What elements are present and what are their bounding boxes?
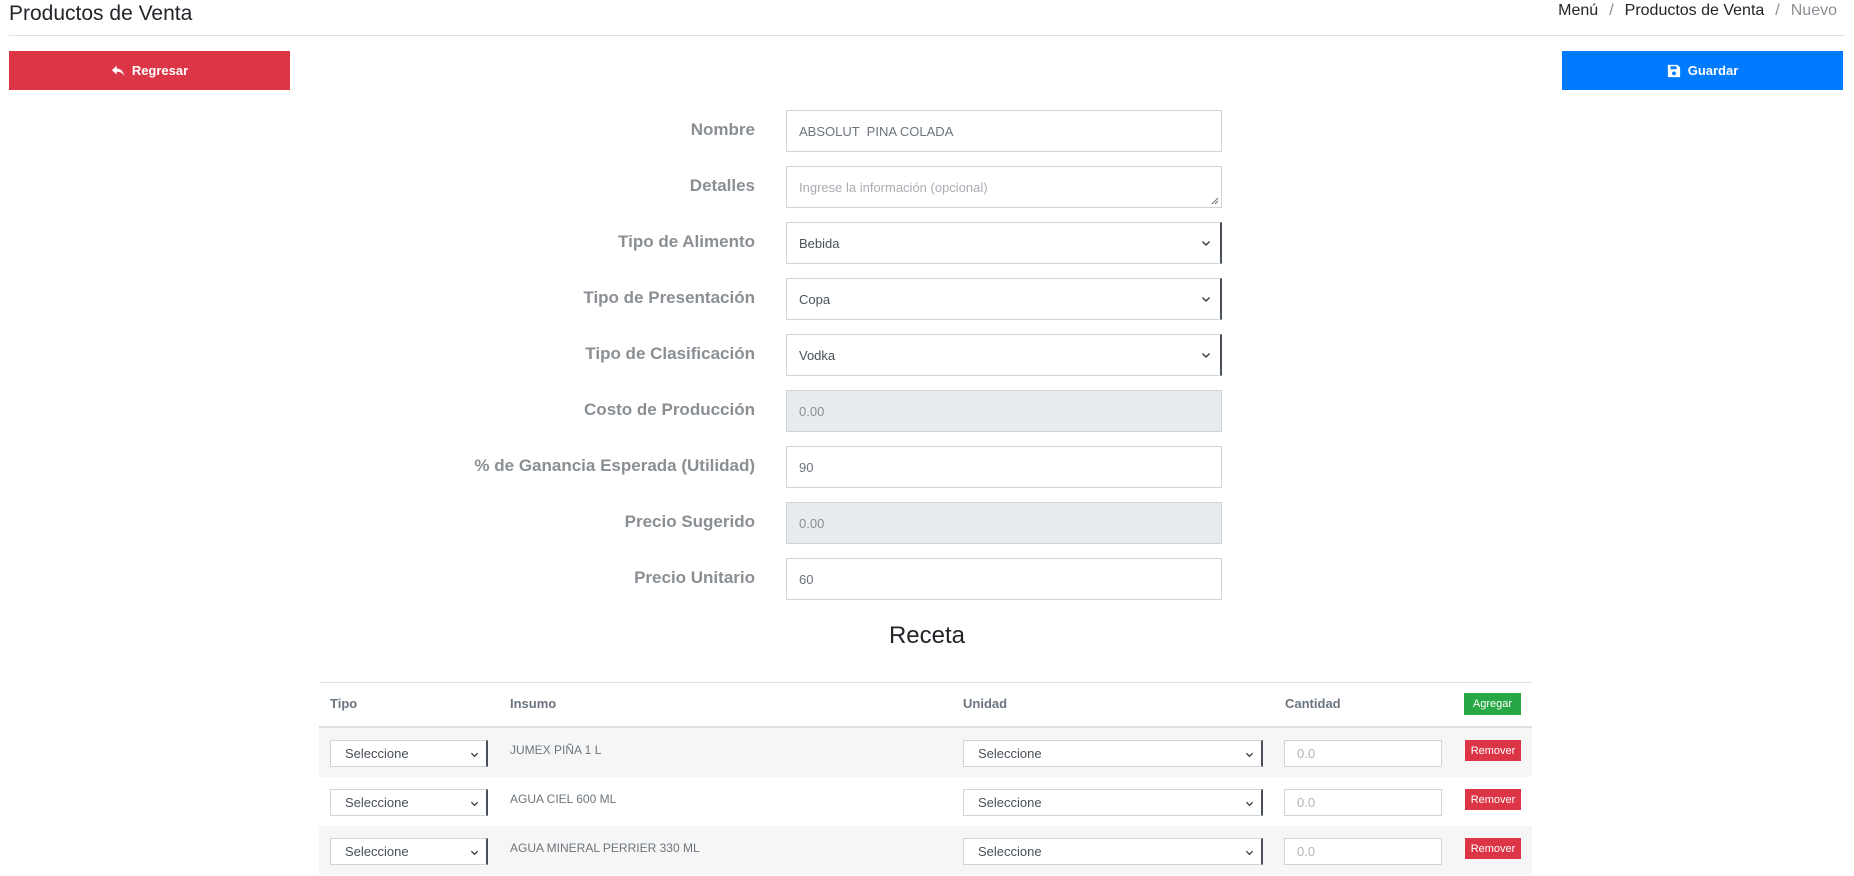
field-tipo-alimento: Tipo de Alimento Bebida xyxy=(0,222,1854,264)
add-row-button[interactable]: Agregar xyxy=(1464,693,1521,715)
row-unidad-select[interactable]: Seleccione xyxy=(963,838,1263,865)
remove-row-button[interactable]: Remover xyxy=(1465,789,1521,810)
field-costo-produccion: Costo de Producción 0.00 xyxy=(0,390,1854,432)
field-precio-unitario: Precio Unitario 60 xyxy=(0,558,1854,600)
row-tipo-value: Seleccione xyxy=(345,795,409,810)
reply-icon xyxy=(111,65,124,76)
row-unidad-value: Seleccione xyxy=(978,746,1042,761)
row-unidad-select[interactable]: Seleccione xyxy=(963,789,1263,816)
precio-sugerido-label: Precio Sugerido xyxy=(624,512,755,531)
detalles-label: Detalles xyxy=(689,176,755,195)
tipo-clasificacion-label: Tipo de Clasificación xyxy=(585,344,755,363)
row-cantidad-placeholder: 0.0 xyxy=(1297,795,1316,810)
ganancia-input[interactable]: 90 xyxy=(786,446,1222,488)
chevron-down-icon xyxy=(1245,850,1254,856)
table-row: Seleccione AGUA MINERAL PERRIER 330 ML S… xyxy=(319,826,1532,875)
back-button-label: Regresar xyxy=(131,63,189,78)
row-cantidad-input[interactable]: 0.0 xyxy=(1284,740,1442,767)
row-insumo: AGUA CIEL 600 ML xyxy=(510,792,617,806)
row-unidad-select[interactable]: Seleccione xyxy=(963,740,1263,767)
field-nombre: Nombre ABSOLUT PINA COLADA xyxy=(0,110,1854,152)
row-cantidad-input[interactable]: 0.0 xyxy=(1284,789,1442,816)
field-tipo-clasificacion: Tipo de Clasificación Vodka xyxy=(0,334,1854,376)
breadcrumb-current: Nuevo xyxy=(1790,2,1837,19)
field-tipo-presentacion: Tipo de Presentación Copa xyxy=(0,278,1854,320)
header-divider xyxy=(9,35,1845,36)
save-button-label: Guardar xyxy=(1687,63,1739,78)
row-tipo-select[interactable]: Seleccione xyxy=(330,740,488,767)
tipo-alimento-label: Tipo de Alimento xyxy=(618,232,755,251)
tipo-clasificacion-select[interactable]: Vodka xyxy=(786,334,1222,376)
row-unidad-value: Seleccione xyxy=(978,844,1042,859)
precio-unitario-label: Precio Unitario xyxy=(634,568,755,587)
chevron-down-icon xyxy=(470,752,479,758)
precio-unitario-input[interactable]: 60 xyxy=(786,558,1222,600)
precio-sugerido-input: 0.00 xyxy=(786,502,1222,544)
detalles-textarea[interactable]: Ingrese la información (opcional) xyxy=(786,166,1222,208)
tipo-alimento-select[interactable]: Bebida xyxy=(786,222,1222,264)
chevron-down-icon xyxy=(1245,752,1254,758)
breadcrumb-menu[interactable]: Menú xyxy=(1558,2,1598,20)
table-row: Seleccione AGUA CIEL 600 ML Seleccione 0… xyxy=(319,777,1532,826)
field-ganancia: % de Ganancia Esperada (Utilidad) 90 xyxy=(0,446,1854,488)
breadcrumb: Menú / Productos de Venta / Nuevo xyxy=(1558,2,1837,20)
chevron-down-icon xyxy=(1202,241,1210,246)
chevron-down-icon xyxy=(1202,353,1210,358)
table-row: Seleccione JUMEX PIÑA 1 L Seleccione 0.0… xyxy=(319,728,1532,777)
tipo-presentacion-select[interactable]: Copa xyxy=(786,278,1222,320)
column-header-cantidad: Cantidad xyxy=(1285,696,1341,711)
row-cantidad-placeholder: 0.0 xyxy=(1297,844,1316,859)
row-insumo: JUMEX PIÑA 1 L xyxy=(510,743,602,757)
row-tipo-value: Seleccione xyxy=(345,746,409,761)
breadcrumb-productos[interactable]: Productos de Venta xyxy=(1625,2,1765,20)
row-unidad-value: Seleccione xyxy=(978,795,1042,810)
row-tipo-select[interactable]: Seleccione xyxy=(330,789,488,816)
chevron-down-icon xyxy=(470,801,479,807)
nombre-label: Nombre xyxy=(690,120,755,139)
save-button[interactable]: Guardar xyxy=(1562,51,1843,90)
page-title: Productos de Venta xyxy=(9,2,193,25)
field-detalles: Detalles Ingrese la información (opciona… xyxy=(0,166,1854,208)
row-cantidad-input[interactable]: 0.0 xyxy=(1284,838,1442,865)
chevron-down-icon xyxy=(1245,801,1254,807)
nombre-input[interactable]: ABSOLUT PINA COLADA xyxy=(786,110,1222,152)
tipo-clasificacion-value: Vodka xyxy=(799,347,836,363)
detalles-placeholder: Ingrese la información (opcional) xyxy=(799,179,988,195)
breadcrumb-separator: / xyxy=(1609,2,1614,19)
table-top-divider xyxy=(319,682,1532,683)
remove-row-button[interactable]: Remover xyxy=(1465,740,1521,761)
ganancia-label: % de Ganancia Esperada (Utilidad) xyxy=(474,456,755,475)
costo-produccion-label: Costo de Producción xyxy=(584,400,755,419)
tipo-presentacion-value: Copa xyxy=(799,291,831,307)
column-header-tipo: Tipo xyxy=(330,696,358,711)
costo-produccion-input: 0.00 xyxy=(786,390,1222,432)
tipo-presentacion-label: Tipo de Presentación xyxy=(583,288,755,307)
tipo-alimento-value: Bebida xyxy=(799,235,840,251)
row-tipo-select[interactable]: Seleccione xyxy=(330,838,488,865)
row-insumo: AGUA MINERAL PERRIER 330 ML xyxy=(510,841,700,855)
back-button[interactable]: Regresar xyxy=(9,51,290,90)
chevron-down-icon xyxy=(1202,297,1210,302)
row-cantidad-placeholder: 0.0 xyxy=(1297,746,1316,761)
field-precio-sugerido: Precio Sugerido 0.00 xyxy=(0,502,1854,544)
column-header-unidad: Unidad xyxy=(963,696,1008,711)
breadcrumb-separator: / xyxy=(1775,2,1780,19)
save-icon xyxy=(1667,64,1680,77)
column-header-insumo: Insumo xyxy=(510,696,557,711)
row-tipo-value: Seleccione xyxy=(345,844,409,859)
remove-row-button[interactable]: Remover xyxy=(1465,838,1521,859)
chevron-down-icon xyxy=(470,850,479,856)
resize-handle-icon[interactable] xyxy=(1211,197,1219,205)
receta-title: Receta xyxy=(888,622,966,649)
